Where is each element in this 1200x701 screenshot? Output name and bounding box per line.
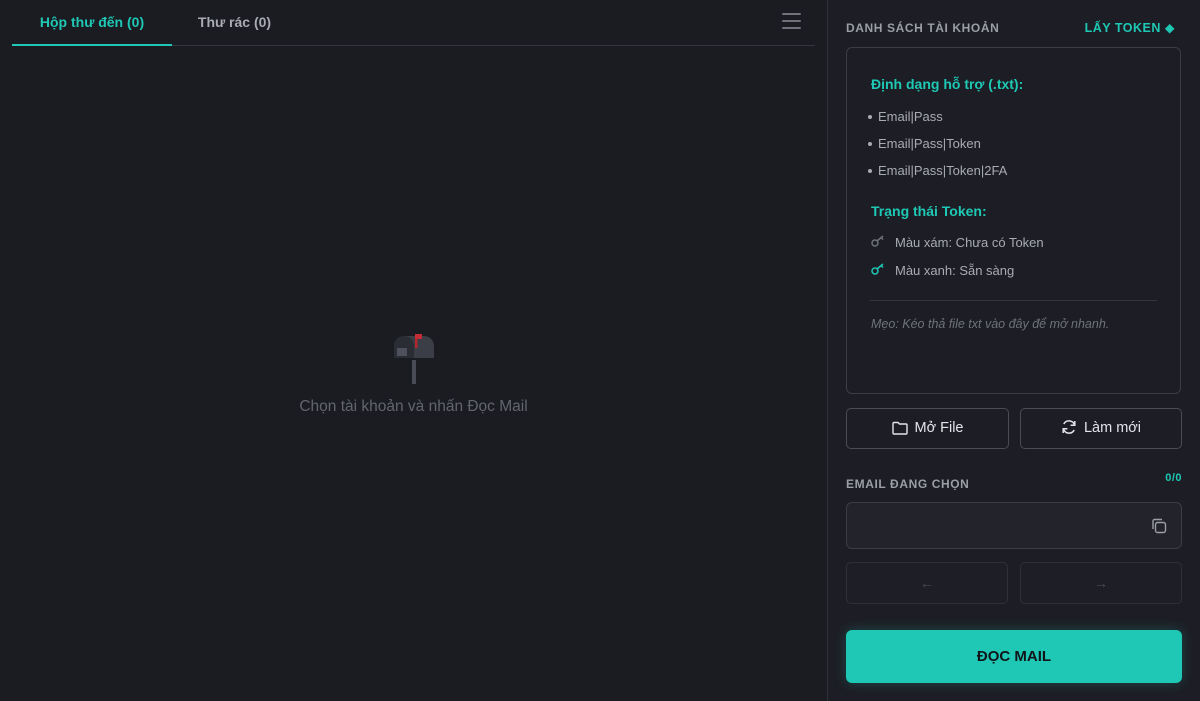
selected-email-field[interactable] [846,502,1182,549]
key-green-icon [871,263,895,278]
open-file-button[interactable]: Mở File [846,408,1009,449]
arrow-left-icon: ← [920,575,934,591]
info-divider [870,300,1157,301]
format-item: Email|Pass|Token [868,136,981,151]
read-mail-button[interactable]: ĐỌC MAIL [846,630,1182,683]
folder-icon [891,421,908,435]
format-item: Email|Pass|Token|2FA [867,163,1008,178]
tab-bar: Hộp thư đến (0) Thư rác (0) [0,0,827,46]
token-gray-label: Màu xám: Chưa có Token [895,235,1044,250]
account-counter: 0/0 [1165,472,1182,484]
token-green-row: Màu xanh: Sẵn sàng [871,263,1014,278]
copy-icon[interactable] [1150,517,1168,535]
empty-state: Chọn tài khoản và nhấn Đọc Mail [260,332,567,416]
open-file-label: Mở File [914,420,964,436]
token-status-title: Trạng thái Token: [871,203,987,219]
account-dropzone[interactable]: Định dạng hỗ trợ (.txt): Email|Pass Emai… [846,47,1181,394]
selected-email-title: EMAIL ĐANG CHỌN [846,477,970,491]
token-gray-row: Màu xám: Chưa có Token [871,235,1044,250]
tab-inbox[interactable]: Hộp thư đến (0) [12,0,172,46]
prev-account-button[interactable]: ← [846,562,1008,604]
tab-spam[interactable]: Thư rác (0) [172,0,297,46]
format-item: Email|Pass [868,109,943,124]
formats-title: Định dạng hỗ trợ (.txt): [871,76,1024,92]
account-sidebar: DANH SÁCH TÀI KHOẢN LẤY TOKEN ◆ Định dạn… [827,0,1200,701]
key-gray-icon [871,235,895,250]
next-account-button[interactable]: → [1020,562,1182,604]
menu-icon[interactable] [782,13,801,29]
refresh-button[interactable]: Làm mới [1020,408,1182,449]
account-list-title: DANH SÁCH TÀI KHOẢN [846,21,1000,35]
arrow-right-icon: → [1094,575,1108,591]
token-green-label: Màu xanh: Sẵn sàng [895,263,1015,278]
mailbox-icon [393,334,434,384]
tip-text: Mẹo: Kéo thả file txt vào đây để mở nhan… [871,317,1110,331]
refresh-label: Làm mới [1083,420,1142,436]
mail-pane: Hộp thư đến (0) Thư rác (0) Chọn tài kho… [0,0,827,701]
get-token-link[interactable]: LẤY TOKEN ◆ [1085,20,1175,35]
refresh-icon [1062,420,1076,434]
empty-state-text: Chọn tài khoản và nhấn Đọc Mail [299,398,528,415]
